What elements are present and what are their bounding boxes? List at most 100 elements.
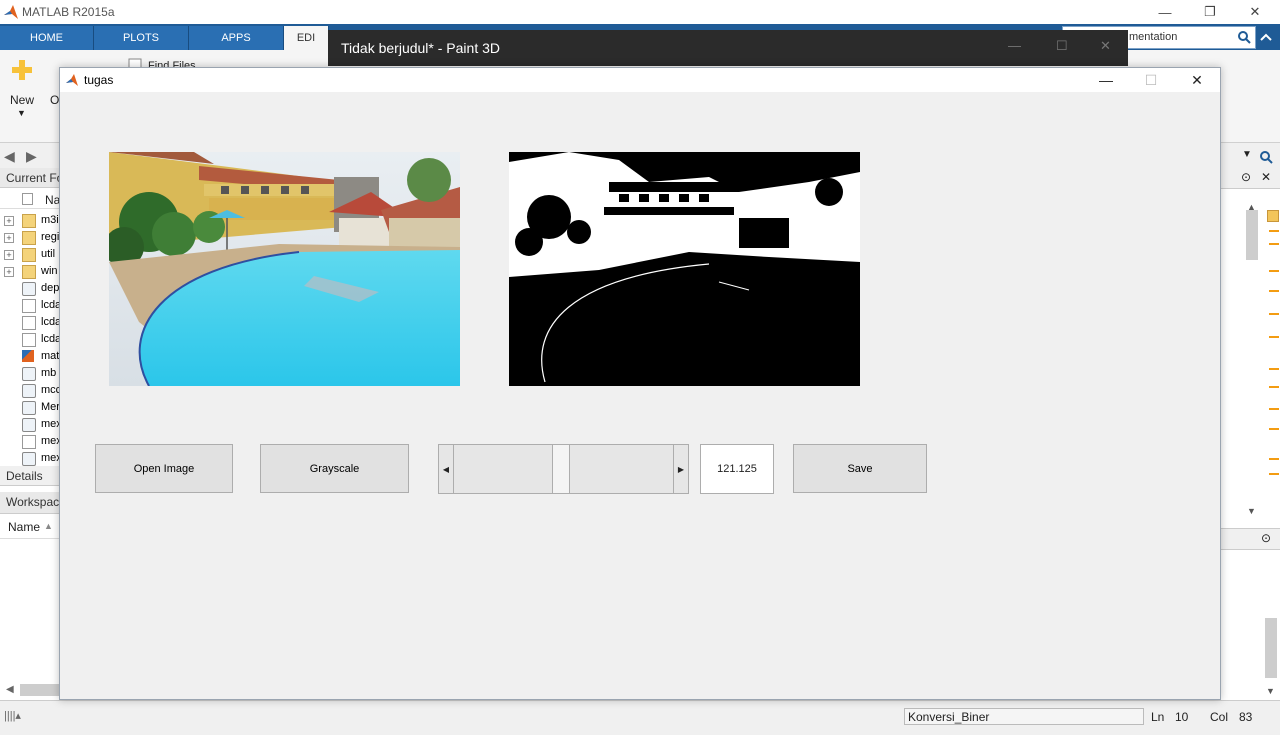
sort-up-icon: ▲ [44,521,53,531]
paint3d-title: Tidak berjudul* - Paint 3D [341,40,501,56]
mex-file-icon [22,452,36,466]
name-column-header[interactable]: Na [0,190,60,209]
tab-editor[interactable]: EDI [284,26,329,50]
collapse-ribbon-icon[interactable] [1258,30,1274,46]
file-list-item[interactable]: lcda [0,297,60,314]
folder-icon [22,248,36,262]
file-list-item[interactable]: mex [0,433,60,450]
slider-left-arrow-icon[interactable]: ◀ [439,445,454,493]
details-header[interactable]: Details [0,466,60,486]
paint3d-maximize-icon[interactable]: ☐ [1056,38,1068,54]
change-marker[interactable] [1269,368,1279,370]
new-button-label[interactable]: New [10,93,34,107]
file-list-item[interactable]: lcda [0,331,60,348]
expand-icon[interactable]: + [4,267,14,277]
tugas-figure-window: tugas — ☐ ✕ Open Image Grayscale ◀ ▶ 121… [59,67,1221,700]
file-name: regi [41,231,60,243]
paint3d-minimize-icon[interactable]: — [1008,38,1021,53]
file-list-item[interactable]: lcda [0,314,60,331]
search-input[interactable]: mentation [1129,31,1177,43]
vertical-scrollbar[interactable] [1246,210,1258,260]
scroll-down-icon[interactable]: ▼ [1247,506,1256,516]
file-list-item[interactable]: + regi [0,229,60,246]
browse-search-icon[interactable] [1258,149,1274,165]
lower-scroll-down-icon[interactable]: ▼ [1266,686,1275,696]
back-arrow-icon[interactable]: ◀ [4,148,15,165]
change-marker[interactable] [1269,386,1279,388]
file-list-item[interactable]: mcc [0,382,60,399]
current-folder-header: Current Fo [0,168,60,188]
tab-home[interactable]: HOME [0,26,94,50]
scroll-up-icon[interactable]: ▲ [1247,202,1256,212]
figure-close-icon[interactable]: ✕ [1174,68,1220,92]
matlab-titlebar: MATLAB R2015a — ❐ ✕ [0,0,1280,24]
scroll-left-icon[interactable]: ◀ [6,684,14,695]
file-list-item[interactable]: mb [0,365,60,382]
change-marker[interactable] [1269,290,1279,292]
save-button[interactable]: Save [793,444,927,493]
ln-value: 10 [1175,710,1189,724]
threshold-value-field[interactable]: 121.125 [700,444,774,494]
slider-right-arrow-icon[interactable]: ▶ [673,445,688,493]
file-list-item[interactable]: dep [0,280,60,297]
file-list-item[interactable]: + m3i [0,212,60,229]
file-list-item[interactable]: + util [0,246,60,263]
slider-thumb[interactable] [552,445,570,493]
expand-icon[interactable]: + [4,216,14,226]
threshold-slider[interactable]: ◀ ▶ [438,444,689,494]
change-marker[interactable] [1269,243,1279,245]
horizontal-scrollbar[interactable] [20,684,60,696]
file-name: mex [41,418,60,430]
tab-plots[interactable]: PLOTS [94,26,189,50]
expand-icon[interactable]: + [4,250,14,260]
lower-vertical-scrollbar[interactable] [1265,618,1277,678]
minimize-icon[interactable]: — [1142,0,1188,24]
change-marker[interactable] [1269,473,1279,475]
file-icon [22,299,36,313]
new-plus-icon[interactable] [10,58,34,82]
matlab-file-icon [22,350,34,362]
close-icon[interactable]: ✕ [1232,0,1278,24]
file-list-item[interactable]: mat [0,348,60,365]
restore-icon[interactable]: ❐ [1187,0,1233,24]
open-image-button[interactable]: Open Image [95,444,233,493]
mex-file-icon [22,401,36,415]
paint3d-close-icon[interactable]: ✕ [1100,38,1111,54]
file-list-item[interactable]: + win [0,263,60,280]
panel-close-icon[interactable]: ✕ [1261,170,1271,184]
file-list-item[interactable]: mex [0,416,60,433]
file-list-item[interactable]: mex [0,450,60,467]
mex-file-icon [22,282,36,296]
change-marker[interactable] [1269,408,1279,410]
file-icon [22,435,36,449]
file-name: mex [41,452,60,464]
tab-apps[interactable]: APPS [189,26,284,50]
change-marker[interactable] [1269,313,1279,315]
change-marker[interactable] [1269,230,1279,232]
lower-panel-menu-icon[interactable]: ⊙ [1261,531,1271,545]
change-marker[interactable] [1269,458,1279,460]
expand-icon[interactable]: + [4,233,14,243]
grayscale-button[interactable]: Grayscale [260,444,409,493]
right-lower-header: ⊙ [1221,528,1280,550]
change-marker[interactable] [1269,270,1279,272]
mex-file-icon [22,384,36,398]
file-name: m3i [41,214,59,226]
workspace-name-column[interactable]: Name ▲ [0,516,60,539]
change-marker[interactable] [1269,428,1279,430]
change-marker[interactable] [1269,336,1279,338]
figure-minimize-icon[interactable]: — [1083,68,1129,92]
forward-arrow-icon[interactable]: ▶ [26,148,37,165]
panel-menu-icon[interactable]: ⊙ [1241,170,1251,184]
new-dropdown-icon[interactable]: ▼ [17,108,26,118]
col-label: Col [1210,710,1229,724]
figure-maximize-icon[interactable]: ☐ [1128,68,1174,92]
file-name: lcda [41,333,60,345]
file-list-item[interactable]: Mer [0,399,60,416]
path-dropdown-icon[interactable]: ▼ [1242,149,1252,160]
search-icon[interactable] [1237,30,1251,44]
code-analyzer-indicator[interactable] [1267,210,1279,222]
tugas-window-title: tugas [84,73,114,87]
paint3d-window[interactable]: Tidak berjudul* - Paint 3D — ☐ ✕ [328,30,1128,66]
status-grip-icon: ||||▴ [4,710,21,722]
